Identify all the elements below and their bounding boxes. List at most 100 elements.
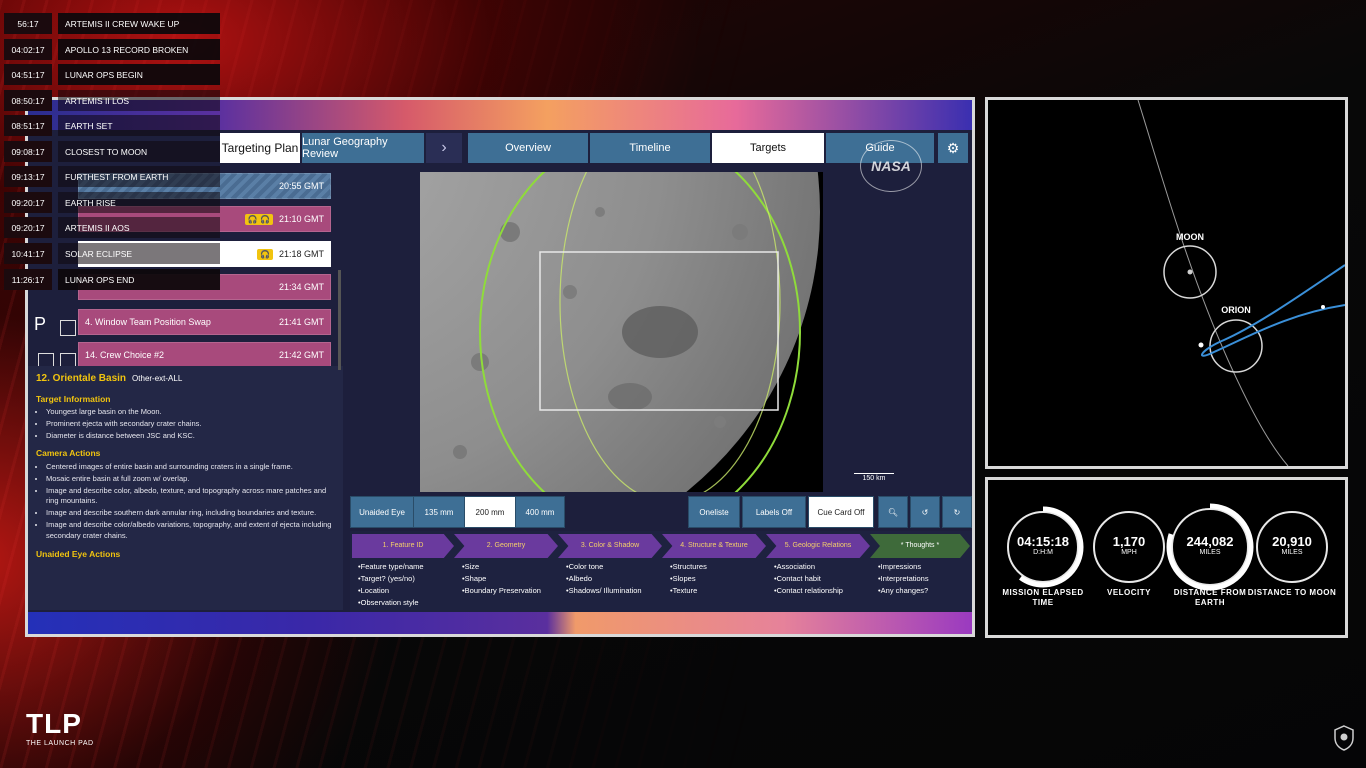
stat-value: 04:15:18 [1016, 534, 1070, 549]
labels-off-button[interactable]: Labels Off [742, 496, 806, 528]
list-item: Slopes [670, 573, 707, 585]
list-item: Contact habit [774, 573, 843, 585]
list-item: Size [462, 561, 541, 573]
event-time: 04:51:17 [4, 64, 52, 85]
target-info-heading: Target Information [36, 393, 111, 404]
color-shadow-items: Color tone Albedo Shadows/ Illumination [566, 561, 642, 597]
step-feature-id[interactable]: 1. Feature ID [352, 534, 454, 558]
list-item: Any changes? [878, 585, 929, 597]
tab-overview[interactable]: Overview [468, 133, 588, 163]
moon-target-image [420, 172, 823, 492]
stat-mission-elapsed-time: 04:15:18 D:H:M [1008, 507, 1078, 556]
list-item: Image and describe southern dark annular… [46, 508, 335, 519]
list-item: Impressions [878, 561, 929, 573]
camera-actions-heading: Camera Actions [36, 448, 101, 459]
feature-id-items: Feature type/name Target? (yes/no) Locat… [358, 561, 424, 609]
list-item: Observation style [358, 597, 424, 609]
orion-label: ORION [1221, 305, 1251, 315]
list-item: Texture [670, 585, 707, 597]
list-item: Shadows/ Illumination [566, 585, 642, 597]
step-geometry[interactable]: 2. Geometry [454, 534, 558, 558]
timeline-row[interactable]: 14. Crew Choice #2 21:42 GMT [78, 342, 331, 366]
stat-label: DISTANCE FROM EARTH [1173, 588, 1247, 607]
tab-lunar-geography-review[interactable]: Lunar Geography Review [302, 133, 424, 163]
list-item: Contact relationship [774, 585, 843, 597]
zoom-search-icon[interactable]: 🔍︎ [878, 496, 908, 528]
event-name: FURTHEST FROM EARTH [58, 166, 220, 187]
tab-timeline[interactable]: Timeline [590, 133, 710, 163]
target-name: 12. Orientale Basin [36, 373, 127, 384]
event-time: 10:41:17 [4, 243, 52, 264]
stat-distance-to-moon: 20,910 MILES [1257, 507, 1327, 556]
event-time: 04:02:17 [4, 39, 52, 60]
list-item: Boundary Preservation [462, 585, 541, 597]
headset-icon: 🎧 [257, 248, 273, 260]
moon-image [420, 172, 823, 492]
lens-200mm-button[interactable]: 200 mm [464, 496, 516, 528]
list-item: Shape [462, 573, 541, 585]
timeline-row[interactable]: 4. Window Team Position Swap 21:41 GMT [78, 309, 331, 335]
tab-targeting-plan[interactable]: Targeting Plan [220, 133, 300, 163]
cue-card-off-button[interactable]: Cue Card Off [808, 496, 874, 528]
list-item: Prominent ejecta with secondary crater c… [46, 419, 335, 430]
target-subtitle: Other-ext-ALL [132, 374, 183, 383]
step-thoughts[interactable]: * Thoughts * [870, 534, 970, 558]
stat-value: 20,910 [1272, 534, 1312, 549]
timeline-row-label: 4. Window Team Position Swap [85, 317, 211, 327]
target-info-list: Youngest large basin on the Moon. Promin… [36, 407, 335, 442]
event-name: ARTEMIS II CREW WAKE UP [58, 13, 220, 34]
stat-value: 1,170 [1112, 534, 1146, 549]
target-title: 12. Orientale Basin Other-ext-ALL [36, 372, 335, 387]
event-time: 09:20:17 [4, 192, 52, 213]
brand-subtitle: THE LAUNCH PAD [26, 740, 94, 747]
bottom-gradient-bar [28, 612, 972, 634]
rotate-right-icon[interactable]: ↻ [942, 496, 972, 528]
step-structure-texture[interactable]: 4. Structure & Texture [662, 534, 766, 558]
list-item: Mosaic entire basin at full zoom w/ over… [46, 474, 335, 485]
nasa-logo: NASA [860, 140, 922, 192]
stat-value: 244,082 [1186, 534, 1234, 549]
event-name: EARTH SET [58, 115, 220, 136]
event-name: CLOSEST TO MOON [58, 141, 220, 162]
list-item: Structures [670, 561, 707, 573]
structure-texture-items: Structures Slopes Texture [670, 561, 707, 597]
timeline-row-time: 21:34 GMT [278, 282, 324, 292]
list-item: Interpretations [878, 573, 929, 585]
lens-400mm-button[interactable]: 400 mm [515, 496, 565, 528]
timeline-row-time: 21:18 GMT [278, 249, 324, 259]
stat-unit: MILES [1199, 549, 1221, 556]
event-time: 08:50:17 [4, 90, 52, 111]
mission-stats-panel: 04:15:18 D:H:M 1,170 MPH 244,082 MILES 2… [985, 477, 1348, 638]
event-time: 56:17 [4, 13, 52, 34]
target-info-panel: 12. Orientale Basin Other-ext-ALL Target … [28, 366, 343, 610]
list-item: Association [774, 561, 843, 573]
list-item: Target? (yes/no) [358, 573, 424, 585]
checkbox[interactable] [38, 353, 54, 366]
oneliste-button[interactable]: Oneliste [688, 496, 740, 528]
unaided-eye-heading: Unaided Eye Actions [36, 548, 121, 559]
timeline-row-time: 20:55 GMT [278, 181, 324, 191]
checkbox[interactable] [60, 320, 76, 336]
list-item: Diameter is distance between JSC and KSC… [46, 431, 335, 442]
chevron-right-icon[interactable]: › [426, 133, 462, 163]
step-color-shadow[interactable]: 3. Color & Shadow [558, 534, 662, 558]
checkbox[interactable] [60, 353, 76, 366]
brand-logo-text: TLP [26, 708, 82, 739]
tab-targets[interactable]: Targets [712, 133, 824, 163]
scale-bar: 150 km [854, 473, 894, 482]
scrollbar[interactable] [338, 270, 341, 370]
geologic-relations-items: Association Contact habit Contact relati… [774, 561, 843, 597]
event-name: SOLAR ECLIPSE [58, 243, 220, 264]
lens-135mm-button[interactable]: 135 mm [413, 496, 465, 528]
stat-unit: MPH [1121, 549, 1137, 556]
thoughts-items: Impressions Interpretations Any changes? [878, 561, 929, 597]
stat-unit: MILES [1281, 549, 1303, 556]
list-item: Feature type/name [358, 561, 424, 573]
lens-unaided-eye-button[interactable]: Unaided Eye [350, 496, 414, 528]
event-name: LUNAR OPS END [58, 269, 220, 290]
rotate-left-icon[interactable]: ↺ [910, 496, 940, 528]
stat-label: DISTANCE TO MOON [1247, 588, 1337, 597]
step-geologic-relations[interactable]: 5. Geologic Relations [766, 534, 870, 558]
event-name: APOLLO 13 RECORD BROKEN [58, 39, 220, 60]
gear-icon[interactable]: ⚙ [938, 133, 968, 163]
